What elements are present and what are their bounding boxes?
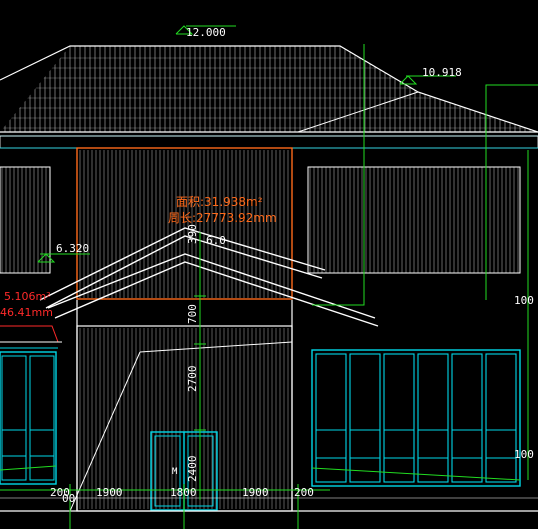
door-mark: M [172, 467, 178, 477]
dim-door-bay: 1800 [170, 486, 197, 499]
secondary-level: 10.918 [422, 66, 462, 79]
dim-right-bay: 1900 [242, 486, 269, 499]
dim-2700: 2700 [186, 366, 199, 393]
siding-right [309, 167, 519, 273]
siding-left [1, 167, 47, 273]
right-window-group [311, 349, 521, 487]
dim-right-edge: 200 [294, 486, 314, 499]
ridge-level: 12.000 [186, 26, 226, 39]
right-mark-upper: 100 [514, 294, 534, 307]
ground-line [0, 465, 538, 512]
left-area-label: 5.106m² [4, 290, 51, 303]
angle-note: 6.0 [206, 234, 226, 247]
dim-390: 390 [186, 224, 199, 244]
main-roof [0, 45, 538, 137]
roof-tile-hatch [0, 46, 538, 132]
left-perimeter-label: 46.41mm [0, 306, 53, 319]
perimeter-label: 周长:27773.92mm [168, 211, 277, 225]
left-window-group [0, 351, 57, 485]
left-canopy [0, 325, 62, 349]
canopy-level: 6.320 [56, 242, 89, 255]
entrance-portal [69, 300, 293, 512]
dimension-lines [0, 25, 538, 529]
dim-door: 2400 [186, 456, 199, 483]
dim-axis: 00 [62, 492, 75, 505]
dim-left-bay: 1900 [96, 486, 123, 499]
right-mark-lower: 100 [514, 448, 534, 461]
cad-elevation-drawing: 面积:31.938m² 周长:27773.92mm M 12.000 10.91… [0, 25, 538, 529]
area-label: 面积:31.938m² [176, 195, 263, 209]
dim-700: 700 [186, 304, 199, 324]
